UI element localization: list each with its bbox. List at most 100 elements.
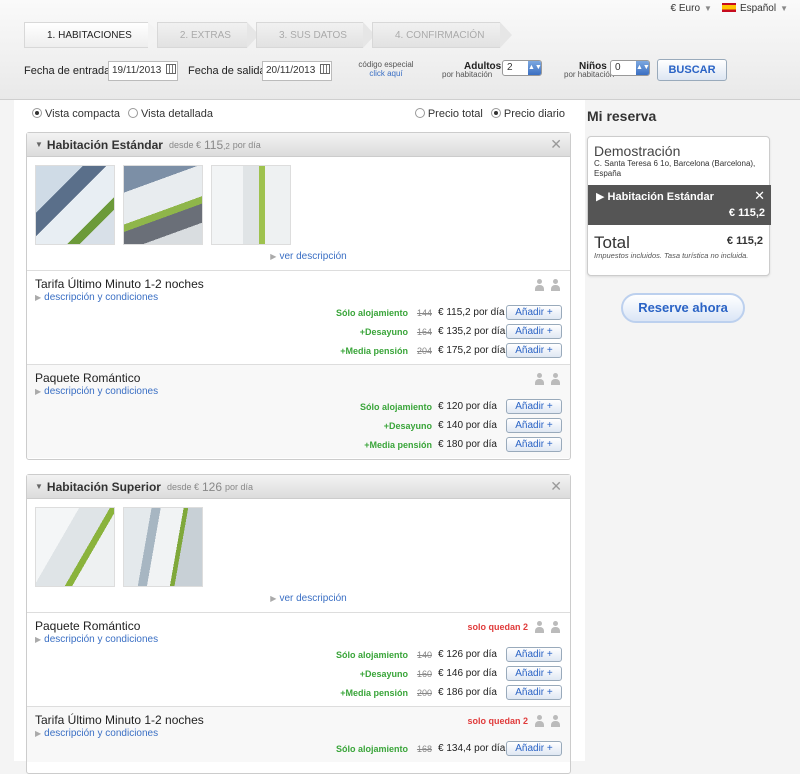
adults-select[interactable]: 2 ▲▼ — [502, 60, 542, 76]
view-detailed-option[interactable]: Vista detallada — [128, 108, 213, 120]
conditions-link[interactable]: ▶ descripción y condiciones — [35, 292, 562, 303]
add-button[interactable]: Añadir + — [506, 343, 562, 358]
calendar-icon[interactable] — [320, 64, 330, 74]
add-button[interactable]: Añadir + — [506, 666, 562, 681]
reserve-now-button[interactable]: Reserve ahora — [621, 293, 745, 323]
collapse-triangle-icon[interactable]: ▼ — [35, 140, 43, 149]
add-button[interactable]: Añadir + — [506, 399, 562, 414]
person-icon — [550, 621, 560, 633]
conditions-link[interactable]: ▶ descripción y condiciones — [35, 634, 562, 645]
room-card-superior: ▼ Habitación Superior desde € 126 por dí… — [26, 474, 571, 774]
old-price: 140 — [416, 649, 432, 660]
rate-row: Paquete Romántico ▶ descripción y condici… — [27, 612, 570, 706]
conditions-link[interactable]: ▶ descripción y condiciones — [35, 728, 562, 739]
checkout-label: Fecha de salida — [188, 65, 266, 77]
step-extras: 2. EXTRAS — [156, 22, 260, 48]
add-button[interactable]: Añadir + — [506, 305, 562, 320]
price: € 140 por día — [438, 420, 497, 431]
person-icon — [534, 373, 544, 385]
price-daily-option[interactable]: Precio diario — [490, 108, 565, 120]
room-per-day: por día — [232, 139, 261, 150]
add-button[interactable]: Añadir + — [506, 685, 562, 700]
board-label: +Desayuno — [359, 326, 408, 337]
price: € 146 por día — [438, 668, 497, 679]
summary-card: Demostración C. Santa Teresa 6 1o, Barce… — [587, 136, 771, 276]
room-header: ▼ Habitación Estándar desde € 115,2 por … — [27, 133, 570, 157]
total-price: € 115,2 — [726, 235, 763, 247]
board-label: +Media pensión — [340, 345, 408, 356]
triangle-right-icon: ▶ — [35, 293, 42, 302]
tax-note: Impuestos incluidos. Tasa turística no i… — [594, 251, 749, 260]
checkin-label: Fecha de entrada — [24, 65, 111, 77]
conditions-link[interactable]: ▶ descripción y condiciones — [35, 386, 562, 397]
view-description-link[interactable]: ▶ ver descripción — [47, 251, 570, 262]
price-total-option[interactable]: Precio total — [414, 108, 483, 120]
occupancy — [534, 279, 560, 291]
add-button[interactable]: Añadir + — [506, 741, 562, 756]
triangle-right-icon: ▶ — [35, 635, 42, 644]
room-photo[interactable] — [35, 165, 115, 245]
price: € 115,2 por día — [438, 307, 505, 318]
add-button[interactable]: Añadir + — [506, 647, 562, 662]
price: € 126 por día — [438, 649, 497, 660]
old-price: 164 — [416, 326, 432, 337]
occupancy: solo quedan 2 — [467, 621, 560, 633]
rate-name: Tarifa Último Minuto 1-2 noches — [35, 277, 204, 291]
chevron-down-icon: ▼ — [704, 4, 712, 13]
room-photos — [27, 157, 570, 245]
remove-icon[interactable]: ✕ — [754, 188, 765, 204]
rate-row: Paquete Romántico ▶ descripción y condici… — [27, 364, 570, 458]
room-photo[interactable] — [123, 165, 203, 245]
special-code-link[interactable]: click aquí — [354, 69, 418, 78]
person-icon — [550, 279, 560, 291]
radio-checked-icon — [490, 108, 501, 118]
occupancy: solo quedan 2 — [467, 715, 560, 727]
summary-title: Mi reserva — [587, 108, 657, 124]
room-name: Habitación Superior — [46, 479, 161, 494]
view-description-link[interactable]: ▶ ver descripción — [47, 593, 570, 604]
view-compact-option[interactable]: Vista compacta — [32, 108, 120, 120]
selected-room-name: ▶ Habitación Estándar — [596, 191, 714, 203]
board-label: Sólo alojamiento — [335, 307, 408, 318]
radio-unchecked-icon — [414, 108, 425, 118]
room-photo[interactable] — [35, 507, 115, 587]
triangle-right-icon: ▶ — [35, 729, 42, 738]
board-option: +Desayuno 160 € 146 por día Añadir + — [35, 664, 562, 683]
chevron-down-icon: ▼ — [780, 4, 788, 13]
add-button[interactable]: Añadir + — [506, 324, 562, 339]
room-photo[interactable] — [123, 507, 203, 587]
rate-name: Paquete Romántico — [35, 371, 141, 385]
room-from-price: 115,2 — [203, 137, 230, 152]
language-selector[interactable]: Español ▼ — [721, 3, 788, 14]
person-icon — [534, 279, 544, 291]
person-icon — [550, 373, 560, 385]
room-photo[interactable] — [211, 165, 291, 245]
close-icon[interactable]: ✕ — [550, 136, 562, 153]
spinner-arrows-icon: ▲▼ — [636, 61, 650, 75]
old-price: 168 — [416, 743, 432, 754]
board-option: +Media pensión 200 € 186 por día Añadir + — [35, 683, 562, 702]
person-icon — [534, 621, 544, 633]
special-code-label: código especial — [358, 60, 414, 69]
room-name: Habitación Estándar — [46, 137, 163, 152]
board-option: +Media pensión 204 € 175,2 por día Añadir + — [35, 341, 562, 360]
close-icon[interactable]: ✕ — [550, 478, 562, 495]
special-code: código especial click aquí — [354, 60, 418, 78]
collapse-triangle-icon[interactable]: ▼ — [35, 482, 43, 491]
room-from-label: desde € — [168, 139, 201, 150]
booking-summary-panel: Mi reserva Demostración C. Santa Teresa … — [585, 100, 785, 761]
board-label: Sólo alojamiento — [359, 401, 432, 412]
hotel-address: C. Santa Teresa 6 1o, Barcelona (Barcelo… — [594, 159, 756, 178]
add-button[interactable]: Añadir + — [506, 418, 562, 433]
calendar-icon[interactable] — [166, 64, 176, 74]
step-habitaciones[interactable]: 1. HABITACIONES — [24, 22, 160, 48]
board-label: +Desayuno — [383, 420, 432, 431]
search-button[interactable]: BUSCAR — [657, 59, 727, 81]
add-button[interactable]: Añadir + — [506, 437, 562, 452]
rate-row: Tarifa Último Minuto 1-2 noches ▶ descrip… — [27, 706, 570, 762]
currency-selector[interactable]: € Euro ▼ — [671, 3, 712, 14]
locale-selectors: € Euro ▼ Español ▼ — [671, 3, 788, 14]
board-option: Sólo alojamiento 144 € 115,2 por día Añadir… — [35, 303, 562, 322]
old-price: 200 — [416, 687, 432, 698]
children-select[interactable]: 0 ▲▼ — [610, 60, 650, 76]
